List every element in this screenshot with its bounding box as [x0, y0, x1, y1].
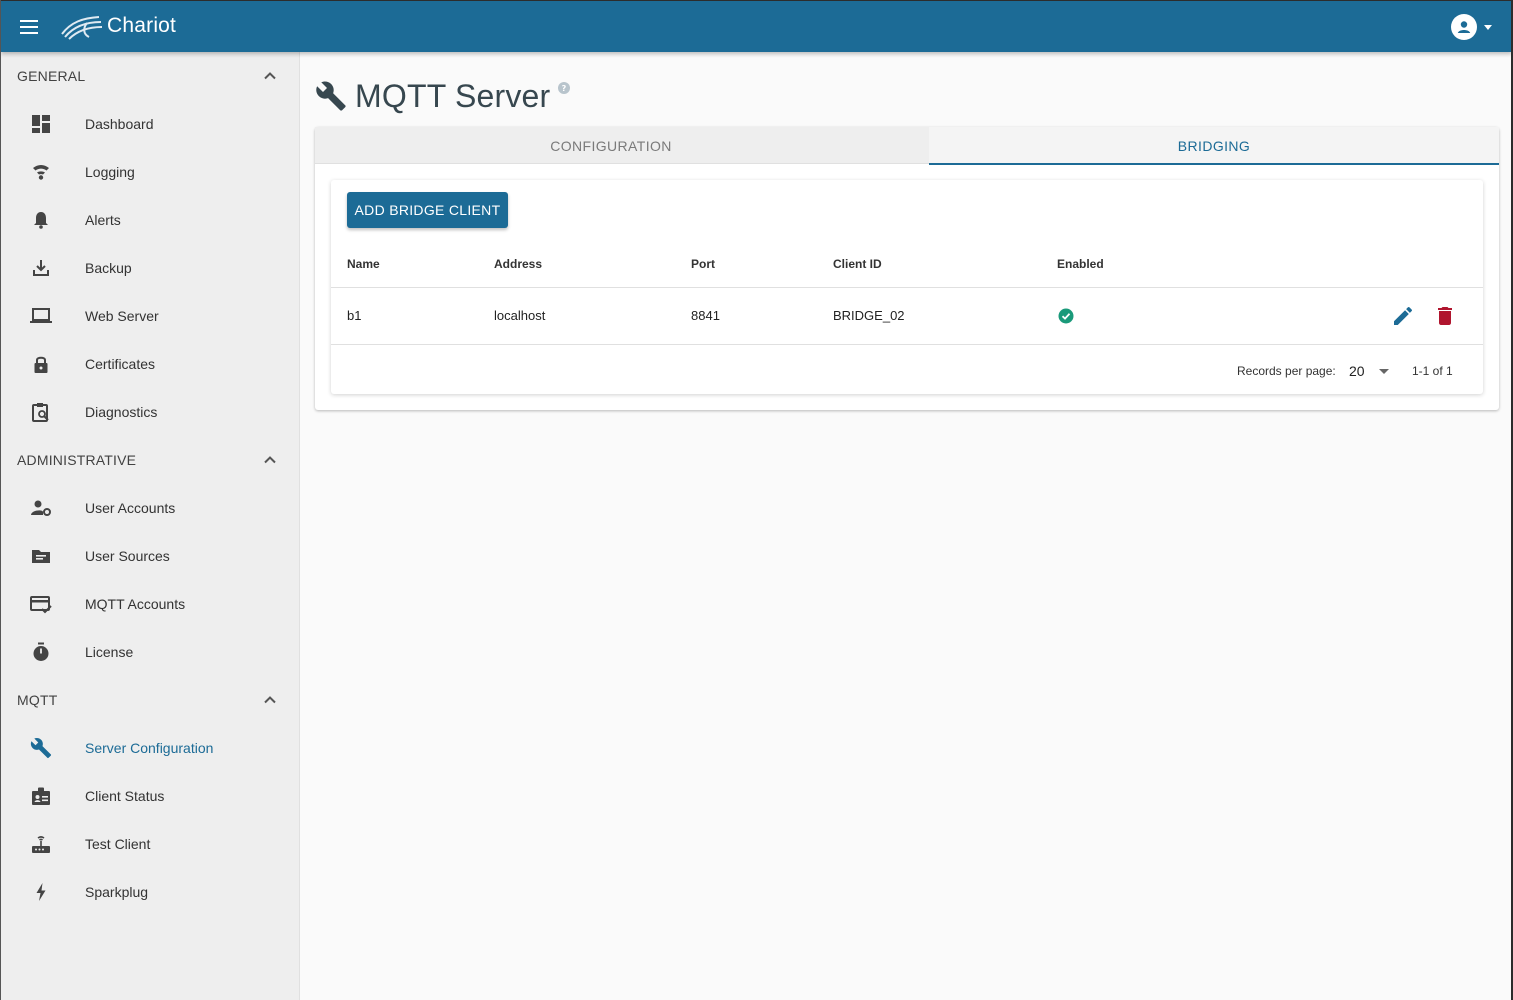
sidebar-item-label: Alerts	[85, 212, 121, 228]
records-per-page-label: Records per page:	[1237, 364, 1336, 378]
column-header-name[interactable]: Name	[347, 257, 380, 271]
tab-bridging[interactable]: BRIDGING	[929, 127, 1499, 165]
wrench-icon	[29, 736, 53, 760]
sidebar-item-label: Logging	[85, 164, 135, 180]
sidebar-item-certificates[interactable]: Certificates	[1, 340, 299, 388]
clipboard-search-icon	[29, 400, 53, 424]
column-header-client-id[interactable]: Client ID	[833, 257, 882, 271]
account-icon	[1451, 14, 1477, 40]
sidebar-item-label: Dashboard	[85, 116, 154, 132]
sidebar-item-web-server[interactable]: Web Server	[1, 292, 299, 340]
lightning-icon	[29, 880, 53, 904]
stopwatch-icon	[29, 640, 53, 664]
section-header-administrative[interactable]: ADMINISTRATIVE	[17, 448, 277, 472]
table-header: Name Address Port Client ID Enabled	[331, 240, 1483, 288]
lock-icon	[29, 352, 53, 376]
cell-name: b1	[347, 308, 362, 323]
router-icon	[29, 832, 53, 856]
brand-name: Chariot	[107, 14, 177, 37]
account-menu[interactable]	[1451, 14, 1492, 40]
tab-bar: CONFIGURATION BRIDGING	[315, 127, 1499, 165]
sidebar-item-label: Server Configuration	[85, 740, 214, 756]
app-bar: Chariot	[1, 0, 1511, 52]
sidebar-item-sparkplug[interactable]: Sparkplug	[1, 868, 299, 916]
edit-icon[interactable]	[1391, 304, 1415, 328]
records-per-page-value: 20	[1349, 363, 1365, 379]
chevron-down-icon	[1484, 24, 1492, 30]
sidebar-item-client-status[interactable]: Client Status	[1, 772, 299, 820]
sidebar-item-label: Backup	[85, 260, 132, 276]
sidebar-item-label: Client Status	[85, 788, 165, 804]
section-header-mqtt[interactable]: MQTT	[17, 688, 277, 712]
page-header: MQTT Server ?	[315, 76, 571, 116]
cell-address: localhost	[494, 308, 546, 323]
sidebar-item-label: User Sources	[85, 548, 170, 564]
download-icon	[29, 256, 53, 280]
sidebar-item-user-accounts[interactable]: User Accounts	[1, 484, 299, 532]
cell-client-id: BRIDGE_02	[833, 308, 905, 323]
chevron-up-icon	[264, 456, 276, 464]
sidebar-item-label: Test Client	[85, 836, 151, 852]
sidebar-item-label: Web Server	[85, 308, 159, 324]
page-title: MQTT Server	[355, 77, 551, 114]
chariot-logo-icon	[61, 16, 103, 40]
wrench-icon	[316, 81, 346, 111]
cell-port: 8841	[691, 308, 720, 323]
dashboard-icon	[29, 112, 53, 136]
sidebar-item-server-configuration[interactable]: Server Configuration	[1, 724, 299, 772]
add-bridge-client-button[interactable]: ADD BRIDGE CLIENT	[347, 192, 508, 228]
sidebar-item-label: Certificates	[85, 356, 156, 372]
sidebar-item-label: User Accounts	[85, 500, 176, 516]
sidebar-item-alerts[interactable]: Alerts	[1, 196, 299, 244]
main-content: MQTT Server ? CONFIGURATION BRIDGING ADD…	[301, 52, 1511, 1000]
sidebar-item-label: MQTT Accounts	[85, 596, 186, 612]
svg-text:?: ?	[562, 84, 567, 93]
badge-icon	[29, 784, 53, 808]
sidebar-item-license[interactable]: License	[1, 628, 299, 676]
section-label: ADMINISTRATIVE	[17, 452, 137, 468]
user-gear-icon	[29, 496, 53, 520]
section-label: MQTT	[17, 692, 58, 708]
sidebar-item-mqtt-accounts[interactable]: MQTT Accounts	[1, 580, 299, 628]
section-label: GENERAL	[17, 68, 86, 84]
sidebar-item-test-client[interactable]: Test Client	[1, 820, 299, 868]
sidebar-item-label: License	[85, 644, 134, 660]
bell-icon	[29, 208, 53, 232]
app-window: Chariot GENERAL Dashboard Logging Alerts	[0, 0, 1511, 1000]
table-row[interactable]: b1 localhost 8841 BRIDGE_02	[331, 288, 1483, 345]
help-icon[interactable]: ?	[558, 82, 571, 94]
section-header-general[interactable]: GENERAL	[17, 64, 277, 88]
menu-icon[interactable]	[15, 13, 43, 41]
records-per-page-select[interactable]: 20	[1349, 360, 1397, 382]
column-header-enabled[interactable]: Enabled	[1057, 257, 1104, 271]
pagination-range: 1-1 of 1	[1412, 364, 1453, 378]
sidebar-item-backup[interactable]: Backup	[1, 244, 299, 292]
column-header-port[interactable]: Port	[691, 257, 715, 271]
server-config-card: CONFIGURATION BRIDGING ADD BRIDGE CLIENT…	[315, 127, 1499, 410]
laptop-icon	[29, 304, 53, 328]
folder-icon	[29, 544, 53, 568]
card-check-icon	[29, 592, 53, 616]
delete-icon[interactable]	[1433, 304, 1457, 328]
sidebar-item-dashboard[interactable]: Dashboard	[1, 100, 299, 148]
dropdown-caret-icon	[1379, 369, 1389, 374]
column-header-address[interactable]: Address	[494, 257, 542, 271]
sidebar: GENERAL Dashboard Logging Alerts Backup …	[1, 52, 300, 1000]
check-circle-icon	[1058, 308, 1074, 324]
sidebar-item-logging[interactable]: Logging	[1, 148, 299, 196]
sidebar-item-user-sources[interactable]: User Sources	[1, 532, 299, 580]
sidebar-item-label: Diagnostics	[85, 404, 158, 420]
sidebar-item-label: Sparkplug	[85, 884, 149, 900]
logging-icon	[29, 160, 53, 184]
bridge-clients-panel: ADD BRIDGE CLIENT Name Address Port Clie…	[331, 180, 1483, 394]
table-pagination: Records per page: 20 1-1 of 1	[331, 346, 1483, 394]
tab-configuration[interactable]: CONFIGURATION	[315, 127, 907, 164]
chevron-up-icon	[264, 72, 276, 80]
chevron-up-icon	[264, 696, 276, 704]
sidebar-item-diagnostics[interactable]: Diagnostics	[1, 388, 299, 436]
